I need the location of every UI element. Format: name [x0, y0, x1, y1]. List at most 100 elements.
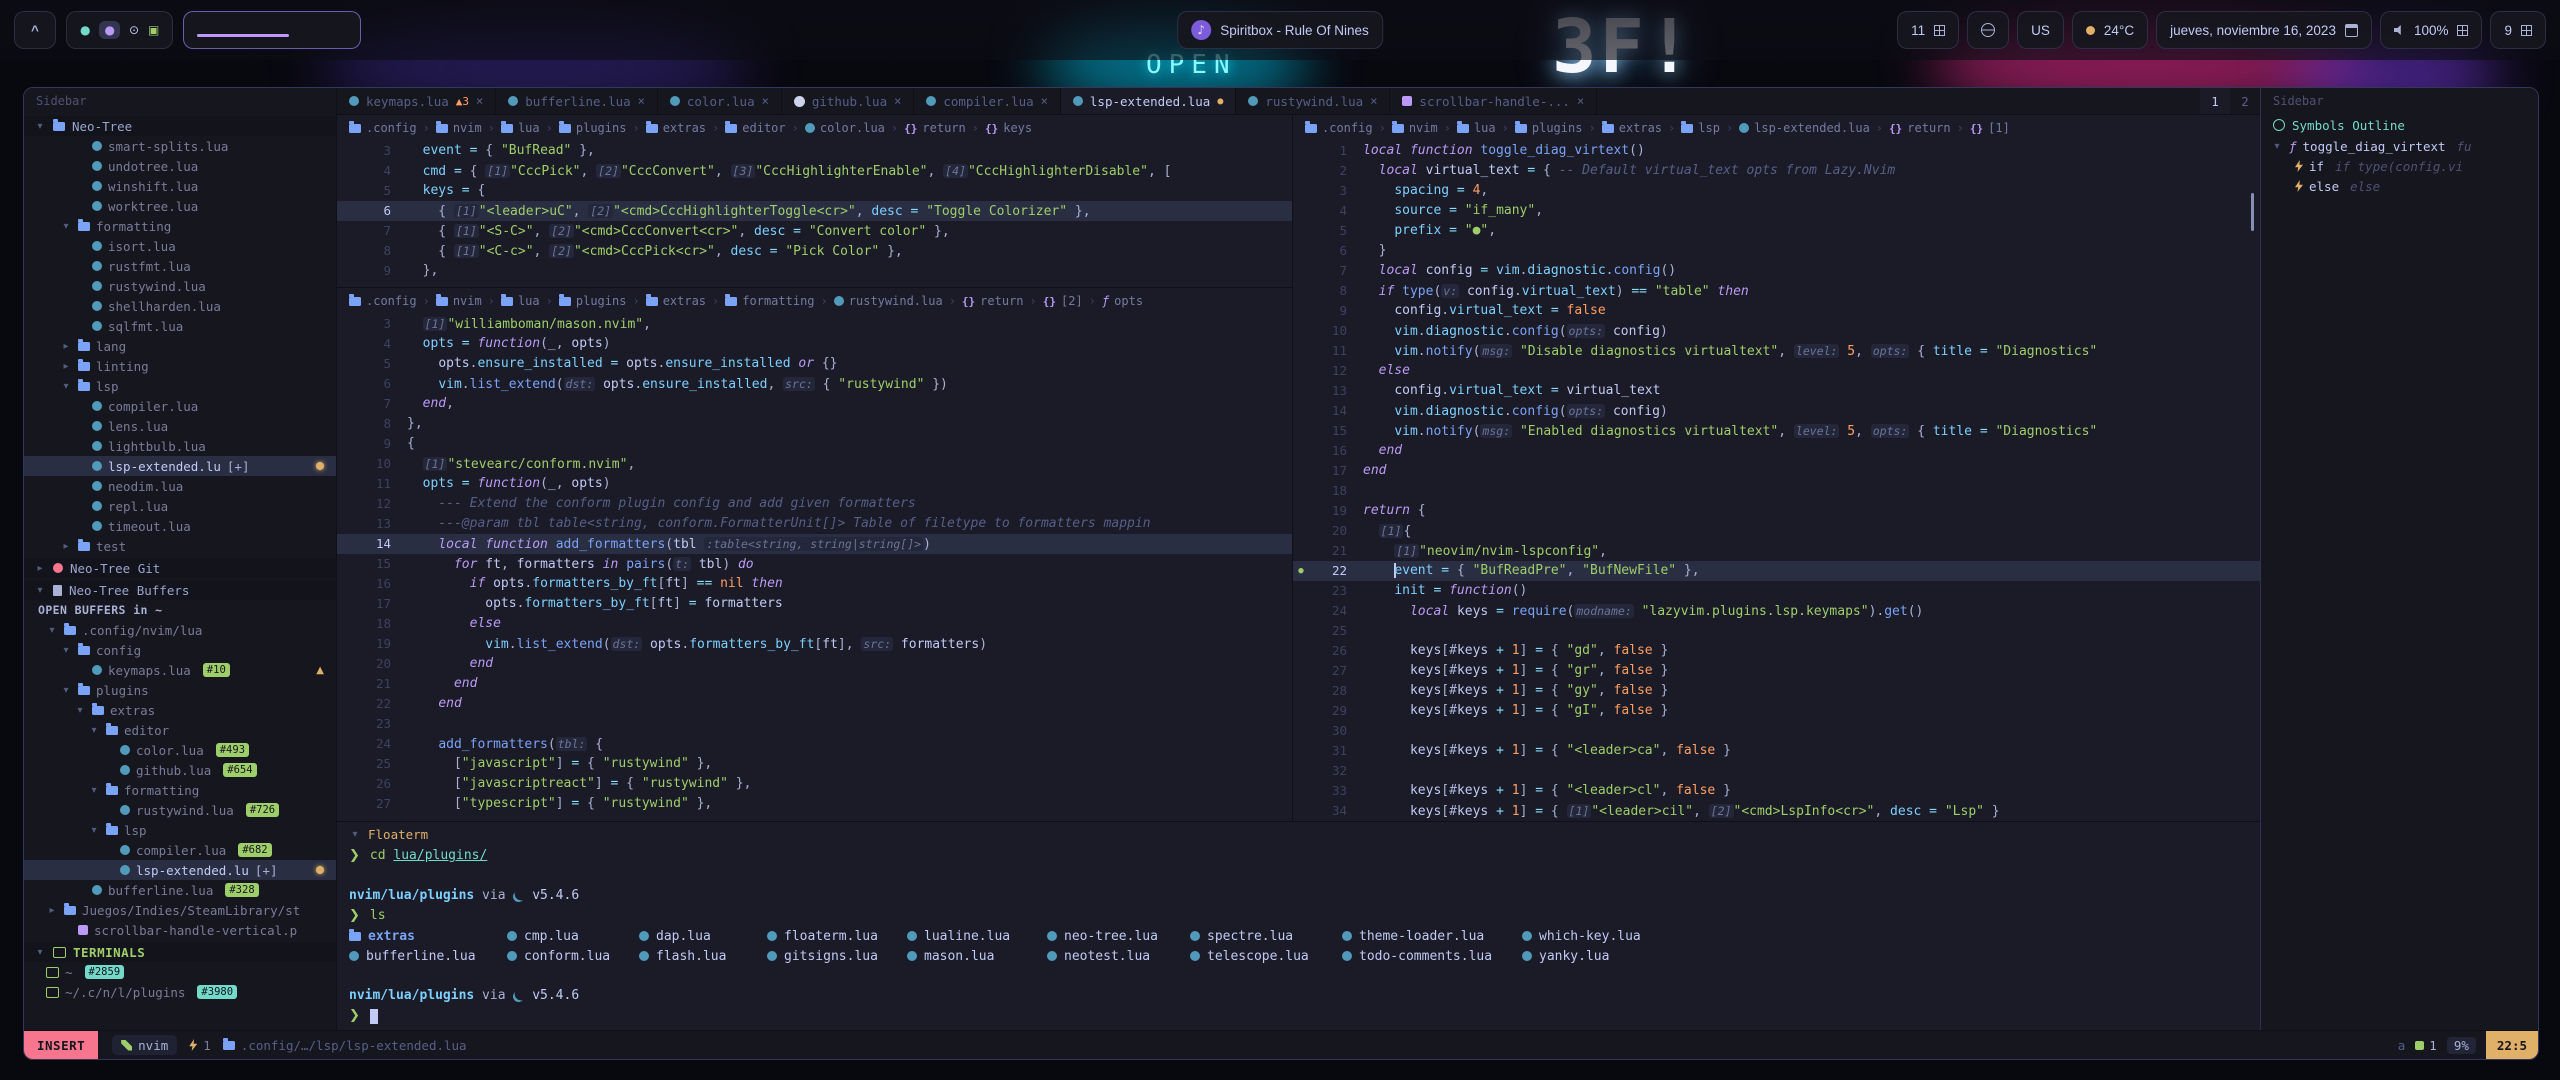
- close-icon[interactable]: ×: [1041, 94, 1048, 108]
- code-line-28[interactable]: 28 keys[#keys + 1] = { "gy", false }: [1293, 681, 2260, 701]
- date-module[interactable]: jueves, noviembre 16, 2023: [2156, 11, 2372, 49]
- tree-item-compiler-lua[interactable]: compiler.lua: [24, 396, 336, 416]
- code-line-26[interactable]: 26 ["javascriptreact"] = { "rustywind" }…: [337, 774, 1292, 794]
- chevron-icon[interactable]: ▾: [2271, 141, 2283, 152]
- code-line-15[interactable]: 15 vim.notify(msg: "Enabled diagnostics …: [1293, 421, 2260, 441]
- tab-lsp-extended-lua[interactable]: lsp-extended.lua●: [1061, 88, 1236, 114]
- tree-item-rustywind-lua[interactable]: rustywind.lua: [24, 276, 336, 296]
- section-neo-tree-buffers[interactable]: ▾Neo-Tree Buffers: [24, 580, 336, 600]
- code-line-32[interactable]: 32: [1293, 761, 2260, 781]
- close-icon[interactable]: ×: [1370, 94, 1377, 108]
- tree-item-lsp[interactable]: ▾lsp: [24, 376, 336, 396]
- tab-scrollbar-handle[interactable]: scrollbar-handle-...×: [1390, 88, 1597, 114]
- code-line-8[interactable]: 8},: [337, 414, 1292, 434]
- code-line-11[interactable]: 11 vim.notify(msg: "Disable diagnostics …: [1293, 341, 2260, 361]
- terminal-item-2859[interactable]: ~#2859: [24, 962, 336, 982]
- code-line-5[interactable]: 5 keys = {: [337, 181, 1292, 201]
- chevron-icon[interactable]: ▾: [34, 585, 46, 596]
- tree-item-isort-lua[interactable]: isort.lua: [24, 236, 336, 256]
- editor-pane-color-lua[interactable]: .config›nvim›lua›plugins›extras›editor›c…: [337, 115, 1292, 288]
- code-line-8[interactable]: 8 { [1]"<C-c>", [2]"<cmd>CccPick<cr>", d…: [337, 241, 1292, 261]
- chevron-icon[interactable]: ▾: [88, 785, 100, 796]
- workspace-2-icon[interactable]: ●: [99, 21, 119, 39]
- editor-pane-lsp-extended-lua[interactable]: .config›nvim›lua›plugins›extras›lsp›lsp-…: [1293, 115, 2260, 821]
- now-playing[interactable]: ♪ Spiritbox - Rule Of Nines: [1177, 11, 1383, 49]
- tree-item-rustywind-lua[interactable]: rustywind.lua#726: [24, 800, 336, 820]
- code-line-3[interactable]: 3 spacing = 4,: [1293, 181, 2260, 201]
- code-line-25[interactable]: 25: [1293, 621, 2260, 641]
- code-line-20[interactable]: 20 [1]{: [1293, 521, 2260, 541]
- tree-item-test[interactable]: ▸test: [24, 536, 336, 556]
- code-line-9[interactable]: 9 },: [337, 261, 1292, 281]
- outline-item-toggle-diag-virtext[interactable]: ▾ƒtoggle_diag_virtextfu: [2261, 136, 2538, 156]
- launcher-button[interactable]: ^: [14, 11, 56, 49]
- tree-item-formatting[interactable]: ▾formatting: [24, 780, 336, 800]
- tree-item-lens-lua[interactable]: lens.lua: [24, 416, 336, 436]
- code-line-10[interactable]: 10 vim.diagnostic.config(opts: config): [1293, 321, 2260, 341]
- chevron-icon[interactable]: ▾: [88, 725, 100, 736]
- floaterm-panel[interactable]: ▾Floaterm❯cd lua/plugins/nvim/lua/plugin…: [337, 821, 2260, 1030]
- code-line-6[interactable]: 6 { [1]"<leader>uC", [2]"<cmd>CccHighlig…: [337, 201, 1292, 221]
- code-line-19[interactable]: 19 vim.list_extend(dst: opts.formatters_…: [337, 634, 1292, 654]
- code-line-19[interactable]: 19return {: [1293, 501, 2260, 521]
- code-line-24[interactable]: 24 local keys = require(modname: "lazyvi…: [1293, 601, 2260, 621]
- chevron-icon[interactable]: ▾: [60, 685, 72, 696]
- chevron-icon[interactable]: ▾: [60, 221, 72, 232]
- outline-item-if[interactable]: ifif type(config.vi: [2261, 156, 2538, 176]
- tree-item-extras[interactable]: ▾extras: [24, 700, 336, 720]
- code-line-30[interactable]: 30: [1293, 721, 2260, 741]
- code-line-15[interactable]: 15 for ft, formatters in pairs(t: tbl) d…: [337, 554, 1292, 574]
- tree-item-formatting[interactable]: ▾formatting: [24, 216, 336, 236]
- tray-module[interactable]: 9: [2490, 11, 2546, 49]
- tree-item-config[interactable]: ▾config: [24, 640, 336, 660]
- code-line-34[interactable]: 34 keys[#keys + 1] = { [1]"<leader>cil",…: [1293, 801, 2260, 821]
- tree-item-lsp[interactable]: ▾lsp: [24, 820, 336, 840]
- keyboard-globe-module[interactable]: [1967, 11, 2009, 49]
- code-line-12[interactable]: 12 else: [1293, 361, 2260, 381]
- chevron-icon[interactable]: ▸: [46, 905, 58, 916]
- tree-item-lightbulb-lua[interactable]: lightbulb.lua: [24, 436, 336, 456]
- code-line-24[interactable]: 24 add_formatters(tbl: {: [337, 734, 1292, 754]
- tree-item-scrollbar-handle-vertical-p[interactable]: scrollbar-handle-vertical.p: [24, 920, 336, 940]
- close-icon[interactable]: ×: [476, 94, 483, 108]
- chevron-icon[interactable]: ▸: [60, 541, 72, 552]
- tree-item-linting[interactable]: ▸linting: [24, 356, 336, 376]
- close-icon[interactable]: ×: [762, 94, 769, 108]
- code-area-lsp-extended-lua[interactable]: 1local function toggle_diag_virtext()2 l…: [1293, 141, 2260, 821]
- tab-compiler-lua[interactable]: compiler.lua×: [914, 88, 1061, 114]
- code-line-6[interactable]: 6 vim.list_extend(dst: opts.ensure_insta…: [337, 374, 1292, 394]
- chevron-icon[interactable]: ▸: [60, 361, 72, 372]
- code-line-21[interactable]: 21 end: [337, 674, 1292, 694]
- code-line-13[interactable]: 13 ---@param tbl table<string, conform.F…: [337, 514, 1292, 534]
- code-line-3[interactable]: 3 [1]"williamboman/mason.nvim",: [337, 314, 1292, 334]
- tab-github-lua[interactable]: github.lua×: [782, 88, 915, 114]
- code-line-8[interactable]: 8 if type(v: config.virtual_text) == "ta…: [1293, 281, 2260, 301]
- chevron-icon[interactable]: ▸: [34, 563, 46, 574]
- section-neo-tree[interactable]: ▾Neo-Tree: [24, 116, 336, 136]
- workspace-1-icon[interactable]: ●: [80, 24, 90, 36]
- code-line-16[interactable]: 16 if opts.formatters_by_ft[ft] == nil t…: [337, 574, 1292, 594]
- terminal-item-3980[interactable]: ~/.c/n/l/plugins#3980: [24, 982, 336, 1002]
- code-line-5[interactable]: 5 prefix = "●",: [1293, 221, 2260, 241]
- brightness-module[interactable]: 11: [1897, 11, 1959, 49]
- tree-item-lsp-extended-lu[interactable]: lsp-extended.lu[+]: [24, 456, 336, 476]
- tree-item-plugins[interactable]: ▾plugins: [24, 680, 336, 700]
- chevron-icon[interactable]: ▾: [34, 947, 46, 958]
- volume-module[interactable]: 100%: [2380, 11, 2483, 49]
- section-neo-tree-git[interactable]: ▸Neo-Tree Git: [24, 558, 336, 578]
- tree-item-lang[interactable]: ▸lang: [24, 336, 336, 356]
- tree-item-lsp-extended-lu[interactable]: lsp-extended.lu[+]: [24, 860, 336, 880]
- code-line-18[interactable]: 18: [1293, 481, 2260, 501]
- chevron-icon[interactable]: ▾: [60, 645, 72, 656]
- tree-item-editor[interactable]: ▾editor: [24, 720, 336, 740]
- code-line-9[interactable]: 9{: [337, 434, 1292, 454]
- code-line-4[interactable]: 4 source = "if_many",: [1293, 201, 2260, 221]
- code-line-13[interactable]: 13 config.virtual_text = virtual_text: [1293, 381, 2260, 401]
- code-line-25[interactable]: 25 ["javascript"] = { "rustywind" },: [337, 754, 1292, 774]
- tree-item-winshift-lua[interactable]: winshift.lua: [24, 176, 336, 196]
- tree-item-neodim-lua[interactable]: neodim.lua: [24, 476, 336, 496]
- close-icon[interactable]: ×: [894, 94, 901, 108]
- tree-item-github-lua[interactable]: github.lua#654: [24, 760, 336, 780]
- code-line-2[interactable]: 2 local virtual_text = { -- Default virt…: [1293, 161, 2260, 181]
- chevron-icon[interactable]: ▸: [60, 341, 72, 352]
